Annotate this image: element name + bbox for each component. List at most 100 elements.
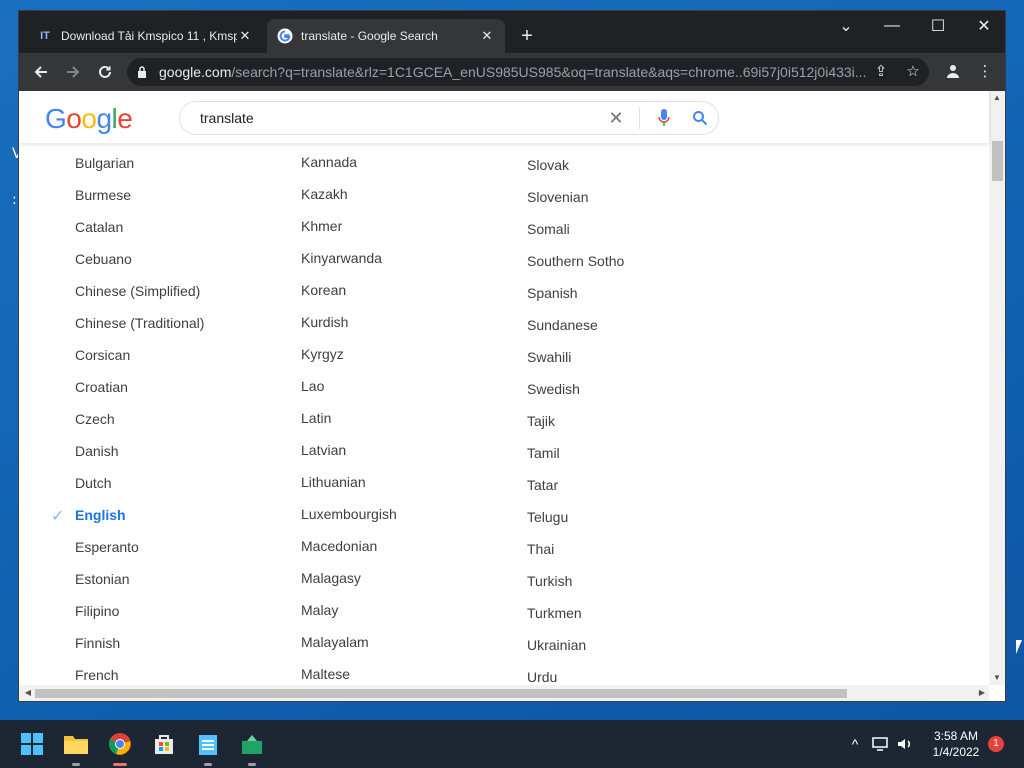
language-option[interactable]: Latin — [301, 410, 331, 426]
microphone-icon[interactable] — [646, 109, 682, 127]
scroll-right-arrow-icon[interactable]: ▶ — [975, 685, 989, 701]
language-option[interactable]: Burmese — [75, 187, 131, 203]
language-option[interactable]: Estonian — [75, 571, 129, 587]
maximize-button[interactable]: ☐ — [915, 11, 961, 41]
language-option[interactable]: Thai — [527, 541, 554, 557]
language-option[interactable]: Latvian — [301, 442, 346, 458]
start-icon[interactable] — [16, 728, 48, 760]
language-label: Finnish — [75, 635, 121, 651]
bookmark-star-icon[interactable]: ☆ — [901, 59, 925, 83]
language-option[interactable]: Malayalam — [301, 634, 369, 650]
profile-icon[interactable] — [941, 59, 965, 83]
notepad-icon[interactable] — [192, 728, 224, 766]
language-label: Spanish — [527, 285, 578, 301]
language-option[interactable]: Luxembourgish — [301, 506, 397, 522]
language-option[interactable]: Lithuanian — [301, 474, 366, 490]
language-option[interactable]: Maltese — [301, 666, 350, 682]
language-label: French — [75, 667, 119, 683]
language-option[interactable]: Cebuano — [75, 251, 132, 267]
app-icon[interactable] — [236, 728, 268, 766]
tab-search-chevron-icon[interactable]: ⌄ — [823, 11, 869, 41]
reload-icon[interactable] — [91, 58, 119, 86]
scroll-down-arrow-icon[interactable]: ▼ — [989, 671, 1005, 685]
chrome-icon[interactable] — [104, 728, 136, 766]
language-option[interactable]: Spanish — [527, 285, 578, 301]
search-box[interactable]: translate ✕ — [179, 101, 719, 135]
language-option[interactable]: Swahili — [527, 349, 571, 365]
search-icon[interactable] — [682, 110, 718, 126]
language-option[interactable]: Slovak — [527, 157, 569, 173]
language-label: Estonian — [75, 571, 130, 587]
clear-icon[interactable]: ✕ — [599, 108, 633, 129]
close-window-button[interactable]: ✕ — [961, 11, 1007, 41]
language-option[interactable]: Lao — [301, 378, 324, 394]
language-option[interactable]: Bulgarian — [75, 155, 134, 171]
search-input[interactable]: translate — [180, 110, 599, 126]
vertical-scroll-thumb[interactable] — [992, 141, 1003, 181]
language-option[interactable]: Ukrainian — [527, 637, 586, 653]
language-option[interactable]: Czech — [75, 411, 115, 427]
language-option[interactable]: Tajik — [527, 413, 555, 429]
language-option[interactable]: Kazakh — [301, 186, 348, 202]
close-icon[interactable]: ✕ — [237, 28, 253, 44]
language-option[interactable]: Danish — [75, 443, 119, 459]
language-option[interactable]: Malagasy — [301, 570, 361, 586]
language-option[interactable]: Kannada — [301, 154, 357, 170]
minimize-button[interactable]: — — [869, 11, 915, 41]
language-option[interactable]: Chinese (Simplified) — [75, 283, 200, 299]
notification-badge[interactable]: 1 — [988, 736, 1004, 752]
close-icon[interactable]: ✕ — [479, 28, 495, 44]
language-option[interactable]: Kurdish — [301, 314, 348, 330]
language-option[interactable]: Finnish — [75, 635, 120, 651]
language-option[interactable]: Corsican — [75, 347, 130, 363]
horizontal-scrollbar[interactable]: ◀ ▶ — [19, 685, 989, 701]
new-tab-button[interactable]: + — [515, 25, 539, 49]
horizontal-scroll-thumb[interactable] — [35, 689, 847, 698]
language-option[interactable]: Swedish — [527, 381, 580, 397]
scroll-up-arrow-icon[interactable]: ▲ — [989, 91, 1005, 105]
language-option[interactable]: Tamil — [527, 445, 560, 461]
language-option[interactable]: Dutch — [75, 475, 112, 491]
language-option[interactable]: Southern Sotho — [527, 253, 624, 269]
scroll-left-arrow-icon[interactable]: ◀ — [21, 685, 35, 701]
chevron-up-icon[interactable]: ^ — [844, 732, 866, 756]
back-arrow-icon[interactable] — [27, 58, 55, 86]
language-option[interactable]: Catalan — [75, 219, 123, 235]
language-option[interactable]: Somali — [527, 221, 570, 237]
volume-icon[interactable] — [894, 732, 916, 756]
language-option[interactable]: Esperanto — [75, 539, 139, 555]
file-explorer-icon[interactable] — [60, 728, 92, 766]
tab-kmspico[interactable]: IT Download Tải Kmspico 11 , Kmspi ✕ — [27, 19, 263, 53]
language-option-selected[interactable]: ✓ English — [51, 507, 126, 525]
network-icon[interactable] — [870, 732, 892, 756]
tab-google-search[interactable]: translate - Google Search ✕ — [267, 19, 505, 53]
store-icon[interactable] — [148, 728, 180, 760]
language-option[interactable]: Malay — [301, 602, 338, 618]
language-option[interactable]: Korean — [301, 282, 346, 298]
share-icon[interactable]: ⇪ — [869, 59, 893, 83]
language-option[interactable]: Filipino — [75, 603, 119, 619]
language-option[interactable]: French — [75, 667, 119, 683]
language-option[interactable]: Chinese (Traditional) — [75, 315, 204, 331]
vertical-scrollbar[interactable]: ▲ ▼ — [989, 91, 1005, 685]
menu-kebab-icon[interactable]: ⋮ — [973, 59, 997, 83]
language-option[interactable]: Urdu — [527, 669, 557, 685]
language-option[interactable]: Sundanese — [527, 317, 598, 333]
language-option[interactable]: Croatian — [75, 379, 128, 395]
language-label: Ukrainian — [527, 637, 587, 653]
forward-arrow-icon[interactable] — [59, 58, 87, 86]
language-option[interactable]: Kyrgyz — [301, 346, 344, 362]
system-clock[interactable]: 3:58 AM 1/4/2022 — [926, 728, 986, 760]
language-option[interactable]: Telugu — [527, 509, 568, 525]
language-option[interactable]: Macedonian — [301, 538, 377, 554]
language-option[interactable]: Turkmen — [527, 605, 582, 621]
language-option[interactable]: Slovenian — [527, 189, 589, 205]
language-option[interactable]: Tatar — [527, 477, 558, 493]
language-option[interactable]: Khmer — [301, 218, 342, 234]
google-logo[interactable]: Google — [45, 103, 133, 135]
language-label: Tamil — [527, 445, 560, 461]
language-option[interactable]: Turkish — [527, 573, 572, 589]
language-option[interactable]: Kinyarwanda — [301, 250, 382, 266]
address-bar[interactable]: google.com/search?q=translate&rlz=1C1GCE… — [127, 58, 929, 86]
language-label: Malay — [301, 602, 339, 618]
